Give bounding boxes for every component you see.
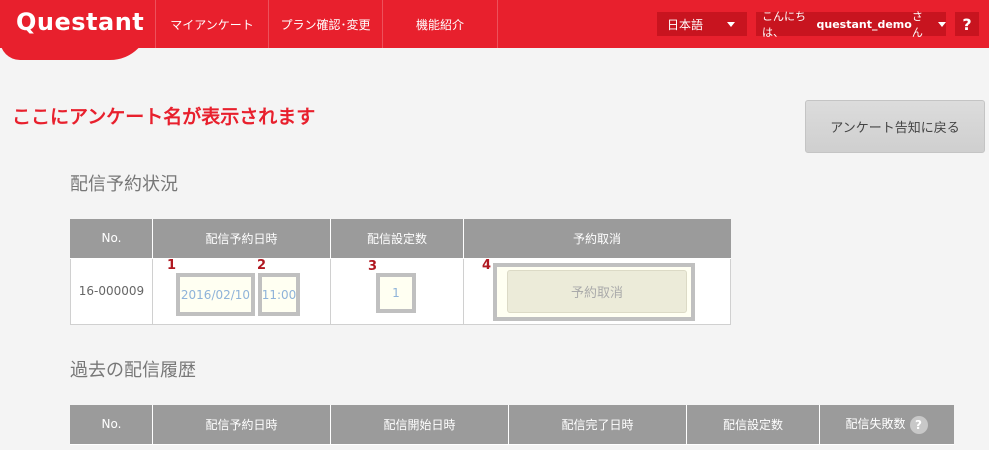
col-reserved-datetime: 配信予約日時 <box>152 219 331 259</box>
nav-plan[interactable]: プラン確認･変更 <box>268 0 382 48</box>
col-count: 配信設定数 <box>330 219 464 259</box>
marker-4: 4 <box>482 258 492 273</box>
main-nav: マイアンケート プラン確認･変更 機能紹介 <box>155 0 498 48</box>
cancel-reservation-button[interactable]: 予約取消 <box>507 270 687 313</box>
page-title: ここにアンケート名が表示されます <box>12 106 316 128</box>
reservation-heading: 配信予約状況 <box>70 174 178 195</box>
col-reserved-datetime: 配信予約日時 <box>152 405 331 445</box>
table-header-row: No. 配信予約日時 配信設定数 予約取消 <box>70 219 731 259</box>
history-heading: 過去の配信履歴 <box>70 360 196 381</box>
username: questant_demo <box>816 17 912 31</box>
help-button[interactable]: ? <box>955 12 979 36</box>
chevron-down-icon <box>937 21 946 27</box>
marker-2: 2 <box>257 258 267 273</box>
language-label: 日本語 <box>667 17 704 32</box>
col-failed-count: 配信失敗数? <box>819 405 954 445</box>
reserved-date-value[interactable]: 2016/02/10 <box>176 273 255 316</box>
nav-features[interactable]: 機能紹介 <box>382 0 498 48</box>
col-failed-label: 配信失敗数 <box>845 417 906 431</box>
col-cancel: 予約取消 <box>463 219 731 259</box>
col-complete-datetime: 配信完了日時 <box>508 405 687 445</box>
col-count: 配信設定数 <box>686 405 820 445</box>
user-menu[interactable]: こんにちは、 questant_demo さん <box>756 10 946 39</box>
table-header-row: No. 配信予約日時 配信開始日時 配信完了日時 配信設定数 配信失敗数? <box>70 405 954 445</box>
questant-logo[interactable]: Questant <box>16 8 144 36</box>
history-table: No. 配信予約日時 配信開始日時 配信完了日時 配信設定数 配信失敗数? <box>70 405 954 445</box>
marker-1: 1 <box>167 258 177 273</box>
delivery-count-value[interactable]: 1 <box>376 273 416 313</box>
col-start-datetime: 配信開始日時 <box>330 405 509 445</box>
logo-tab: Questant <box>0 0 150 60</box>
row-no: 16-000009 <box>70 257 153 325</box>
col-no: No. <box>70 405 153 445</box>
language-select[interactable]: 日本語 <box>657 12 747 36</box>
chevron-down-icon <box>727 21 735 27</box>
col-no: No. <box>70 219 153 259</box>
reserved-time-value[interactable]: 11:00 <box>258 273 300 316</box>
greeting-prefix: こんにちは、 <box>762 10 806 39</box>
back-to-announcement-button[interactable]: アンケート告知に戻る <box>805 100 985 153</box>
help-icon[interactable]: ? <box>909 415 928 434</box>
greeting-suffix: さん <box>911 10 923 39</box>
nav-my-survey[interactable]: マイアンケート <box>155 0 268 48</box>
marker-3: 3 <box>368 259 378 274</box>
